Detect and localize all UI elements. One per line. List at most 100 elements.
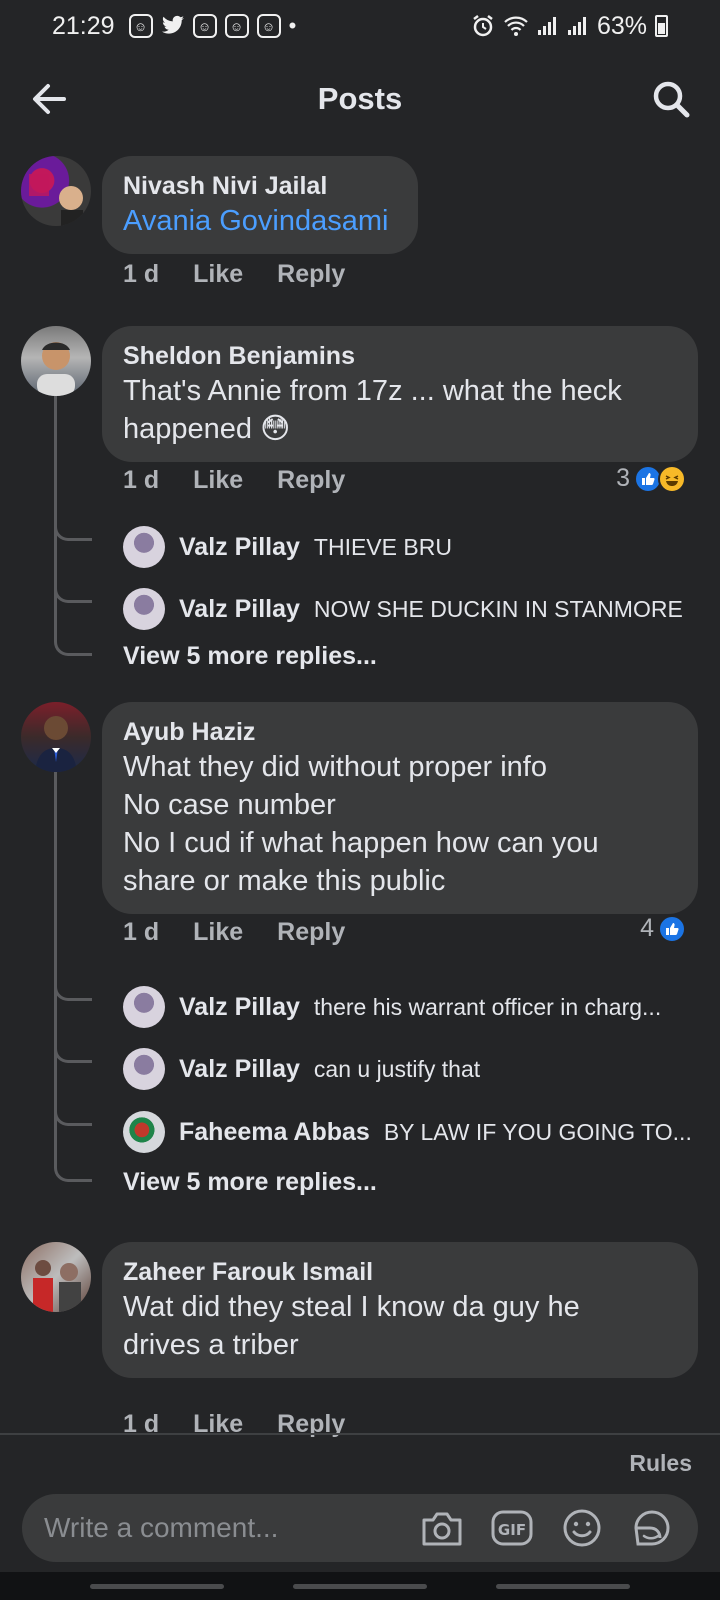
nav-home[interactable]: [293, 1584, 427, 1589]
signal-icon: [567, 16, 589, 36]
twitter-bird-icon: [161, 15, 185, 37]
like-button[interactable]: Like: [193, 260, 243, 289]
comment-author[interactable]: Ayub Haziz: [123, 716, 678, 748]
reply-author[interactable]: Faheema Abbas: [179, 1118, 370, 1147]
signal-icon: [537, 16, 559, 36]
comment-text-line: What they did without proper info: [123, 751, 547, 783]
comment-bubble[interactable]: Nivash Nivi Jailal Avania Govindasami: [102, 156, 418, 254]
avatar[interactable]: [123, 526, 165, 568]
reply-author[interactable]: Valz Pillay: [179, 533, 300, 562]
nav-back[interactable]: [496, 1584, 630, 1589]
smiley-icon[interactable]: [558, 1504, 606, 1552]
more-notifications-dot-icon: •: [288, 13, 297, 38]
reply-text: THIEVE BRU: [313, 533, 452, 560]
thread-branch: [54, 1043, 92, 1063]
comment-text-line: No I cud if what happen how can you: [123, 827, 599, 859]
view-more-replies-link[interactable]: View 5 more replies...: [123, 1168, 377, 1197]
thread-branch: [54, 521, 92, 541]
comment-actions: 1 d Like Reply: [123, 918, 345, 947]
comment-text: What they did without proper info No cas…: [123, 748, 678, 900]
reply-text: NOW SHE DUCKIN IN STANMORE: [313, 595, 683, 622]
reply-text: BY LAW IF YOU GOING TO...: [383, 1118, 692, 1145]
camera-icon[interactable]: [418, 1504, 466, 1552]
alarm-icon: [471, 14, 495, 38]
comment-actions: 1 d Like Reply: [123, 260, 345, 289]
reaction-summary[interactable]: 4: [640, 914, 686, 943]
comment-text: That's Annie from 17z ... what the heck …: [123, 372, 678, 448]
app-notification-icon: ☺: [192, 14, 217, 38]
comment-input[interactable]: [44, 1512, 418, 1544]
app-header: Posts: [0, 56, 720, 142]
reply-button[interactable]: Reply: [277, 918, 345, 947]
reply-item[interactable]: Valz Pillay can u justify that: [123, 1048, 703, 1090]
nav-recents[interactable]: [90, 1584, 224, 1589]
rules-link[interactable]: Rules: [629, 1450, 692, 1477]
composer-icons: GIF: [418, 1504, 676, 1552]
thread-branch: [54, 636, 92, 656]
status-time: 21:29: [52, 11, 115, 40]
battery-percent: 63%: [596, 11, 647, 40]
reply-item[interactable]: Faheema Abbas BY LAW IF YOU GOING TO...: [123, 1111, 703, 1153]
comment-text-line: share or make this public: [123, 865, 446, 897]
thread-line: [54, 772, 57, 1162]
reply-button[interactable]: Reply: [277, 466, 345, 495]
comment-bubble[interactable]: Zaheer Farouk Ismail Wat did they steal …: [102, 1242, 698, 1378]
reply-author[interactable]: Valz Pillay: [179, 1055, 300, 1084]
mention-link[interactable]: Avania Govindasami: [123, 202, 398, 240]
thread-line: [54, 396, 57, 636]
reply-text: there his warrant officer in charg...: [313, 993, 662, 1020]
comment-author[interactable]: Nivash Nivi Jailal: [123, 170, 398, 202]
reply-text: can u justify that: [313, 1055, 481, 1082]
avatar[interactable]: [21, 326, 91, 396]
reply-author[interactable]: Valz Pillay: [179, 595, 300, 624]
avatar[interactable]: [123, 1048, 165, 1090]
avatar[interactable]: [21, 156, 91, 226]
status-bar: 21:29 ☺ ☺ ☺ ☺ • 63%: [0, 0, 720, 52]
reaction-summary[interactable]: 3: [616, 464, 686, 493]
thread-branch: [54, 1162, 92, 1182]
thread-branch: [54, 981, 92, 1001]
comment-time: 1 d: [123, 918, 160, 946]
comment-author[interactable]: Zaheer Farouk Ismail: [123, 1256, 678, 1288]
search-icon[interactable]: [650, 78, 692, 120]
comment-time: 1 d: [123, 466, 160, 494]
avatar[interactable]: [123, 588, 165, 630]
avatar[interactable]: [21, 702, 91, 772]
page-title: Posts: [317, 81, 403, 116]
avatar[interactable]: [123, 1111, 165, 1153]
reply-button[interactable]: Reply: [277, 260, 345, 289]
app-notification-icon: ☺: [224, 14, 249, 38]
gif-icon[interactable]: GIF: [488, 1504, 536, 1552]
comment-text-line: happened: [123, 413, 253, 445]
laughing-emoji-icon: [658, 464, 686, 493]
footer-divider: [0, 1433, 720, 1435]
comment-text-line: That's Annie from 17z ... what the heck: [123, 375, 622, 407]
app-notification-icon: ☺: [128, 14, 153, 38]
reply-item[interactable]: Valz Pillay NOW SHE DUCKIN IN STANMORE: [123, 588, 703, 630]
arrow-left-icon[interactable]: [28, 78, 70, 120]
avatar[interactable]: [21, 1242, 91, 1312]
comment-text-line: drives a triber: [123, 1329, 299, 1361]
wifi-icon: [503, 15, 529, 37]
avatar[interactable]: [123, 986, 165, 1028]
thread-branch: [54, 1106, 92, 1126]
reply-item[interactable]: Valz Pillay THIEVE BRU: [123, 526, 703, 568]
comment-bubble[interactable]: Sheldon Benjamins That's Annie from 17z …: [102, 326, 698, 462]
comment-bubble[interactable]: Ayub Haziz What they did without proper …: [102, 702, 698, 914]
like-button[interactable]: Like: [193, 918, 243, 947]
view-more-replies-link[interactable]: View 5 more replies...: [123, 642, 377, 671]
comment-actions: 1 d Like Reply: [123, 466, 345, 495]
app-notification-icon: ☺: [256, 14, 281, 38]
comment-composer[interactable]: GIF: [22, 1494, 698, 1562]
sticker-icon[interactable]: [628, 1504, 676, 1552]
status-left: 21:29 ☺ ☺ ☺ ☺ •: [52, 12, 296, 41]
thumbs-up-icon: [658, 914, 686, 943]
reply-author[interactable]: Valz Pillay: [179, 993, 300, 1022]
comment-text-line: Wat did they steal I know da guy he: [123, 1291, 580, 1323]
like-button[interactable]: Like: [193, 466, 243, 495]
comment-author[interactable]: Sheldon Benjamins: [123, 340, 678, 372]
battery-icon: [655, 15, 668, 37]
comment-text: Wat did they steal I know da guy he driv…: [123, 1288, 678, 1364]
reply-item[interactable]: Valz Pillay there his warrant officer in…: [123, 986, 703, 1028]
svg-text:GIF: GIF: [498, 1521, 526, 1539]
